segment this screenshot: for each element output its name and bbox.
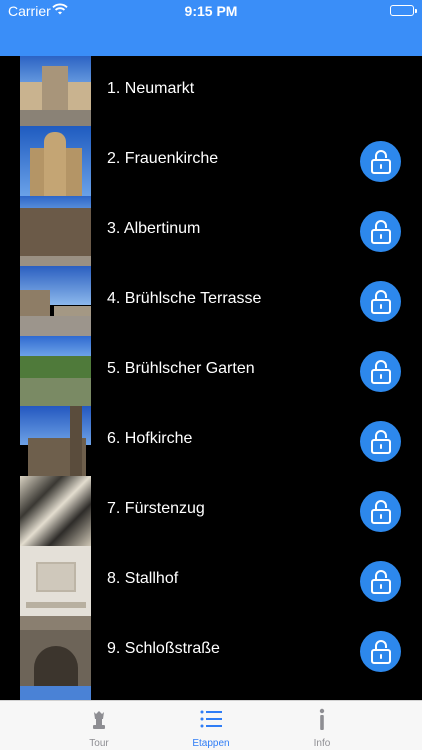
tab-bar: Tour Etappen Info xyxy=(0,700,422,750)
lock-button[interactable] xyxy=(360,421,401,462)
tab-tour[interactable]: Tour xyxy=(49,707,149,750)
lock-icon xyxy=(370,149,391,174)
lock-button[interactable] xyxy=(360,351,401,392)
stage-row-partial[interactable] xyxy=(0,686,422,700)
stage-thumbnail xyxy=(20,546,91,616)
lock-icon xyxy=(370,639,391,664)
stage-thumbnail xyxy=(20,196,91,266)
stage-thumbnail xyxy=(20,266,91,336)
stage-label: 8. Stallhof xyxy=(107,570,179,587)
stage-label: 4. Brühlsche Terrasse xyxy=(107,290,262,307)
lock-icon xyxy=(370,289,391,314)
stage-thumbnail xyxy=(20,56,91,126)
lock-icon xyxy=(370,429,391,454)
stage-row-hofkirche[interactable]: 6. Hofkirche xyxy=(0,406,422,476)
stage-thumbnail xyxy=(20,336,91,406)
lock-button[interactable] xyxy=(360,211,401,252)
lock-button[interactable] xyxy=(360,281,401,322)
stage-list[interactable]: 1. Neumarkt 2. Frauenkirche 3. Albertinu… xyxy=(0,56,422,700)
stage-label: 5. Brühlscher Garten xyxy=(107,360,255,377)
status-bar: Carrier 9:15 PM xyxy=(0,0,422,22)
tab-label: Info xyxy=(313,738,331,749)
lock-button[interactable] xyxy=(360,631,401,672)
stage-row-bruehlscher-garten[interactable]: 5. Brühlscher Garten xyxy=(0,336,422,406)
lock-icon xyxy=(370,219,391,244)
lock-icon xyxy=(370,569,391,594)
lock-button[interactable] xyxy=(360,491,401,532)
stage-label: 3. Albertinum xyxy=(107,220,201,237)
battery-icon xyxy=(390,5,417,16)
stage-row-bruehlsche-terrasse[interactable]: 4. Brühlsche Terrasse xyxy=(0,266,422,336)
stage-label: 2. Frauenkirche xyxy=(107,150,219,167)
tab-info[interactable]: Info xyxy=(272,707,372,750)
list-icon xyxy=(200,710,222,728)
tab-etappen[interactable]: Etappen xyxy=(161,707,261,750)
stage-label: 7. Fürstenzug xyxy=(107,500,205,517)
chess-piece-icon xyxy=(93,711,105,729)
tab-label: Tour xyxy=(89,738,109,749)
stage-row-fuerstenzug[interactable]: 7. Fürstenzug xyxy=(0,476,422,546)
stage-row-frauenkirche[interactable]: 2. Frauenkirche xyxy=(0,126,422,196)
status-time: 9:15 PM xyxy=(184,3,238,19)
stage-thumbnail xyxy=(20,126,91,196)
stage-thumbnail xyxy=(20,476,91,546)
lock-button[interactable] xyxy=(360,561,401,602)
tab-label: Etappen xyxy=(192,738,230,749)
info-icon xyxy=(319,708,325,730)
navigation-bar xyxy=(0,22,422,56)
stage-label: 6. Hofkirche xyxy=(107,430,193,447)
stage-label: 9. Schloßstraße xyxy=(107,640,220,657)
lock-icon xyxy=(370,359,391,384)
stage-row-stallhof[interactable]: 8. Stallhof xyxy=(0,546,422,616)
stage-row-neumarkt[interactable]: 1. Neumarkt xyxy=(0,56,422,126)
stage-row-albertinum[interactable]: 3. Albertinum xyxy=(0,196,422,266)
stage-label: 1. Neumarkt xyxy=(107,80,195,97)
stage-row-schlossstrasse[interactable]: 9. Schloßstraße xyxy=(0,616,422,686)
stage-thumbnail xyxy=(20,686,91,700)
lock-button[interactable] xyxy=(360,141,401,182)
stage-thumbnail xyxy=(20,406,91,476)
stage-thumbnail xyxy=(20,616,91,686)
lock-icon xyxy=(370,499,391,524)
